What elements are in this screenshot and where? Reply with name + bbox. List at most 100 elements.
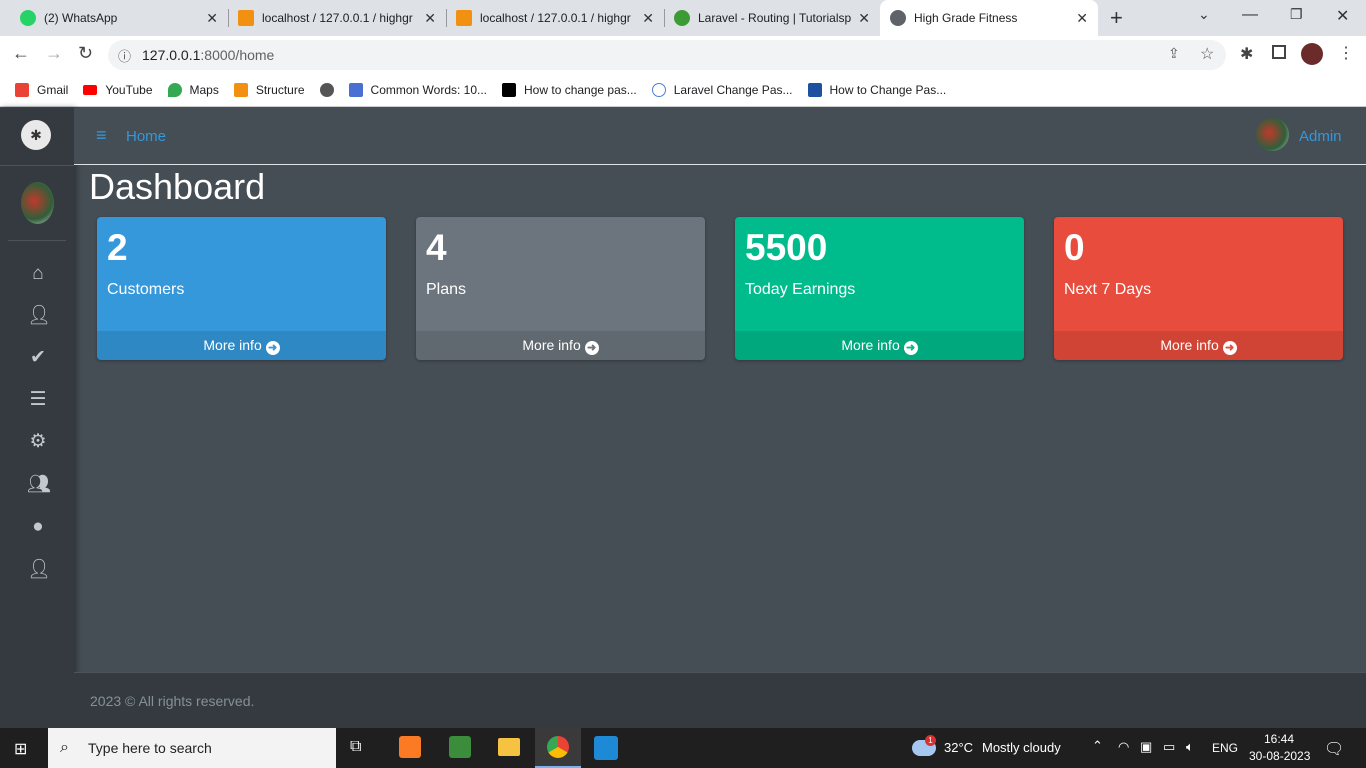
- tab-tutorialspoint[interactable]: Laravel - Routing | Tutorialsp ✕: [664, 0, 880, 36]
- stat-card-today-earnings: 5500 Today Earnings More info ➜: [735, 217, 1024, 360]
- clock-date[interactable]: 30-08-2023: [1249, 749, 1310, 763]
- bookmark-star-icon[interactable]: ☆: [1200, 44, 1214, 64]
- profile-avatar[interactable]: [1301, 43, 1323, 65]
- admin-link[interactable]: Admin: [1299, 128, 1342, 145]
- chrome-taskbar-button[interactable]: [535, 728, 581, 768]
- hamburger-icon[interactable]: ≡: [96, 125, 107, 146]
- stat-value: 4: [426, 227, 447, 268]
- stat-label: Customers: [107, 281, 185, 298]
- arrow-circle-right-icon: ➜: [1222, 341, 1237, 355]
- menu-icon[interactable]: ⋮: [1338, 43, 1354, 63]
- minimize-button[interactable]: —: [1242, 6, 1258, 24]
- user-avatar[interactable]: [21, 182, 54, 224]
- search-icon: ⌕: [60, 739, 69, 756]
- tab-high-grade-fitness[interactable]: High Grade Fitness ✕: [880, 0, 1098, 36]
- user-icon[interactable]: 👤︎: [27, 305, 51, 327]
- share-icon[interactable]: ⇪: [1168, 45, 1180, 62]
- battery-icon[interactable]: ▭: [1163, 739, 1175, 755]
- sidebar: ✱ ⌂ 👤︎ ✔ ☰ ⚙ 👥︎ ● 👤︎: [0, 108, 74, 728]
- close-tab-icon[interactable]: ✕: [206, 10, 218, 27]
- close-tab-icon[interactable]: ✕: [1076, 10, 1088, 27]
- stat-label: Today Earnings: [745, 281, 856, 298]
- task-view-icon[interactable]: ⧉: [350, 738, 361, 756]
- browser-tab-bar: (2) WhatsApp ✕ localhost / 127.0.0.1 / hi…: [0, 0, 1366, 36]
- gear-icon[interactable]: ⚙: [27, 431, 49, 453]
- bookmark-common-words[interactable]: Common Words: 10...: [348, 83, 487, 97]
- vscode-icon[interactable]: [594, 736, 618, 760]
- clock-time[interactable]: 16:44: [1264, 732, 1294, 746]
- tab-phpmyadmin-2[interactable]: localhost / 127.0.0.1 / highgr ✕: [446, 0, 664, 36]
- pma-icon: [456, 10, 472, 26]
- navbar-avatar[interactable]: [1256, 118, 1289, 151]
- reload-icon[interactable]: ↻: [78, 43, 93, 64]
- more-info-link[interactable]: More info ➜: [1054, 331, 1343, 360]
- url-input[interactable]: ⓘ 127.0.0.1:8000/home ⇪ ☆: [108, 40, 1226, 70]
- side-panel-icon[interactable]: [1272, 45, 1286, 59]
- arrow-circle-right-icon: ➜: [265, 341, 280, 355]
- xampp-icon[interactable]: [399, 736, 421, 758]
- check-icon[interactable]: ✔: [27, 347, 49, 369]
- tab-search-icon[interactable]: ⌄: [1198, 6, 1210, 23]
- stat-card-plans: 4 Plans More info ➜: [416, 217, 705, 360]
- file-explorer-icon[interactable]: [498, 738, 520, 756]
- tasks-icon[interactable]: ☰: [27, 389, 49, 411]
- bookmark-gmail[interactable]: Gmail: [15, 83, 68, 97]
- bookmark-how-to[interactable]: How to Change Pas...: [807, 83, 946, 97]
- windows-start-icon[interactable]: ⊞: [14, 739, 27, 759]
- top-navbar: ≡ Home Admin: [74, 108, 1366, 165]
- bookmarks-bar: Gmail YouTube Maps Structure Common Word…: [0, 74, 1366, 107]
- chrome-icon: [547, 736, 569, 758]
- extensions-icon[interactable]: ✱: [1240, 44, 1253, 64]
- language-indicator[interactable]: ENG: [1212, 741, 1238, 755]
- notifications-icon[interactable]: 🗨︎: [1324, 739, 1344, 759]
- volume-icon[interactable]: 🔈︎: [1186, 739, 1194, 755]
- user-icon-2[interactable]: 👤︎: [27, 559, 51, 581]
- tutorialspoint-icon: [674, 10, 690, 26]
- arrow-circle-right-icon: ➜: [584, 341, 599, 355]
- weather-badge: 1: [925, 735, 936, 746]
- footer-text: 2023 © All rights reserved.: [90, 693, 255, 709]
- wifi-icon[interactable]: ◠: [1118, 739, 1129, 755]
- close-tab-icon[interactable]: ✕: [642, 10, 654, 27]
- taskbar: ⊞ ⌕ Type here to search ⧉ 1 32°C Mostly c…: [0, 728, 1366, 768]
- close-tab-icon[interactable]: ✕: [858, 10, 870, 27]
- footer: 2023 © All rights reserved.: [74, 672, 1366, 728]
- bookmark-youtube[interactable]: YouTube: [83, 83, 153, 97]
- bookmark-laravel[interactable]: Laravel Change Pas...: [651, 83, 793, 97]
- more-info-link[interactable]: More info ➜: [97, 331, 386, 360]
- users-icon[interactable]: 👥︎: [27, 474, 51, 496]
- circle-icon[interactable]: ●: [27, 516, 49, 538]
- weather-desc[interactable]: Mostly cloudy: [982, 740, 1061, 755]
- home-icon[interactable]: ⌂: [27, 263, 49, 285]
- info-icon: ⓘ: [118, 49, 132, 64]
- close-tab-icon[interactable]: ✕: [424, 10, 436, 27]
- tab-whatsapp[interactable]: (2) WhatsApp ✕: [10, 0, 228, 36]
- brand-logo[interactable]: ✱: [21, 120, 51, 150]
- forward-icon[interactable]: →: [45, 43, 63, 64]
- more-info-link[interactable]: More info ➜: [416, 331, 705, 360]
- camera-icon[interactable]: ▣: [1140, 739, 1152, 755]
- bookmark-globe[interactable]: [319, 83, 334, 97]
- close-window-button[interactable]: ✕: [1336, 6, 1349, 26]
- whatsapp-icon: [20, 10, 36, 26]
- new-tab-button[interactable]: +: [1110, 5, 1123, 31]
- bookmark-dev[interactable]: How to change pas...: [502, 83, 637, 97]
- bookmark-structure[interactable]: Structure: [233, 83, 305, 97]
- pma-icon: [238, 10, 254, 26]
- back-icon[interactable]: ←: [12, 43, 30, 64]
- stat-card-customers: 2 Customers More info ➜: [97, 217, 386, 360]
- stat-label: Plans: [426, 281, 467, 298]
- stat-value: 2: [107, 227, 128, 268]
- nav-home-link[interactable]: Home: [126, 128, 166, 145]
- taskbar-search-input[interactable]: ⌕ Type here to search: [48, 728, 336, 768]
- arrow-circle-right-icon: ➜: [903, 341, 918, 355]
- tray-chevron-icon[interactable]: ⌃: [1092, 738, 1103, 754]
- temperature[interactable]: 32°C: [944, 740, 973, 755]
- tab-phpmyadmin-1[interactable]: localhost / 127.0.0.1 / highgr ✕: [228, 0, 446, 36]
- more-info-link[interactable]: More info ➜: [735, 331, 1024, 360]
- restore-button[interactable]: ❐: [1290, 6, 1303, 23]
- notepad-icon[interactable]: [449, 736, 471, 758]
- stat-label: Next 7 Days: [1064, 281, 1152, 298]
- bookmark-maps[interactable]: Maps: [167, 83, 219, 97]
- stat-card-next-7-days: 0 Next 7 Days More info ➜: [1054, 217, 1343, 360]
